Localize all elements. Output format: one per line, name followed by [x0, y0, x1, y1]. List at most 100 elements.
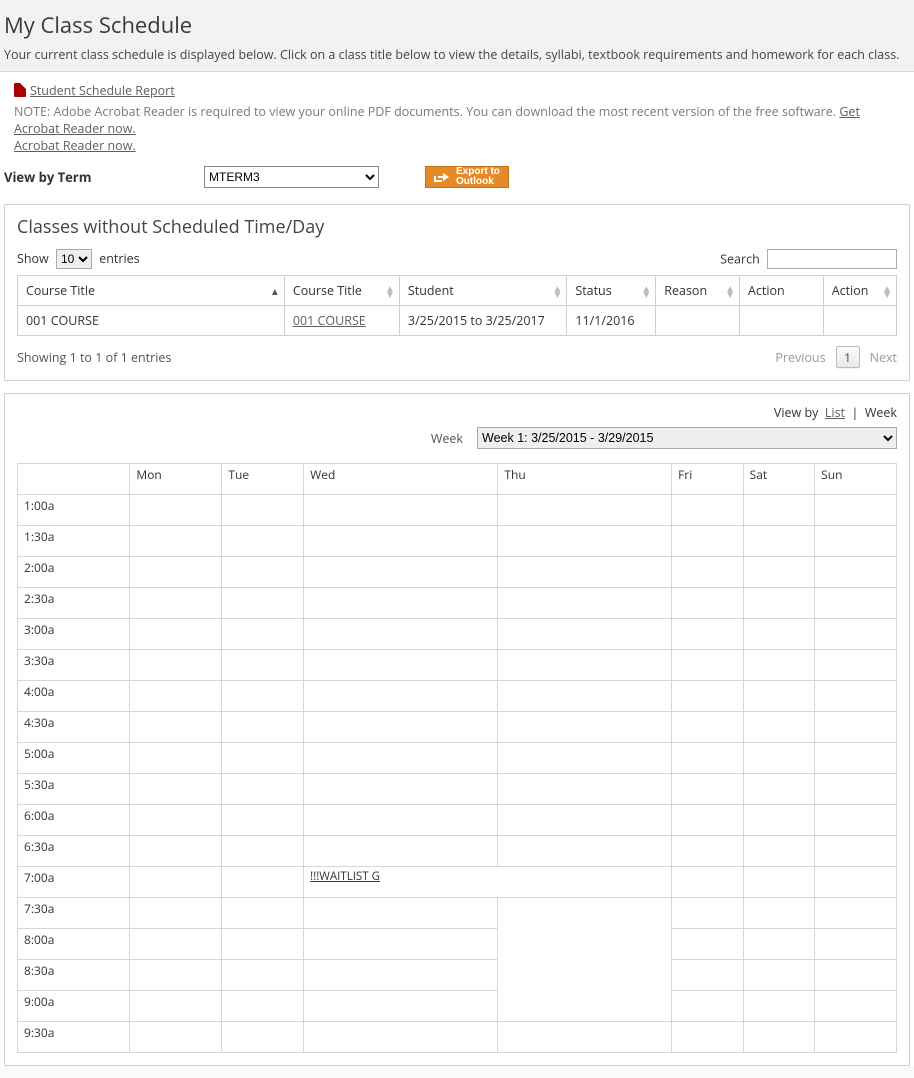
cal-cell	[222, 557, 304, 588]
cal-cell	[743, 619, 815, 650]
cal-cell	[815, 805, 897, 836]
cal-cell	[672, 588, 744, 619]
cal-cell	[815, 743, 897, 774]
col-reason[interactable]: Reason▲▼	[656, 276, 740, 306]
cal-cell	[498, 712, 672, 743]
table-row: 001 COURSE 001 COURSE 3/25/2015 to 3/25/…	[18, 306, 897, 336]
time-cell: 5:00a	[18, 743, 130, 774]
term-select[interactable]: MTERM3	[204, 166, 379, 188]
pager-prev[interactable]: Previous	[775, 349, 825, 366]
cal-cell	[743, 991, 815, 1022]
cell-status: 11/1/2016	[567, 306, 656, 336]
cal-cell	[672, 743, 744, 774]
cal-cell	[672, 898, 744, 929]
pdf-icon	[14, 83, 26, 97]
cal-cell	[222, 1022, 304, 1053]
cal-cell	[815, 960, 897, 991]
week-select[interactable]: Week 1: 3/25/2015 - 3/29/2015	[477, 427, 897, 449]
cell-action-1	[739, 306, 823, 336]
classes-no-schedule-panel: Classes without Scheduled Time/Day Show …	[4, 204, 910, 381]
viewby-list-link[interactable]: List	[825, 404, 845, 421]
cal-col-mon: Mon	[130, 464, 222, 495]
col-course-title-1[interactable]: Course Title▲	[18, 276, 285, 306]
cal-cell	[304, 526, 498, 557]
cell-course-2-link[interactable]: 001 COURSE	[293, 312, 366, 329]
calendar-grid: Mon Tue Wed Thu Fri Sat Sun 1:00a1:30a2:…	[17, 463, 897, 1053]
col-status[interactable]: Status▲▼	[567, 276, 656, 306]
cal-cell	[304, 588, 498, 619]
event-cell[interactable]: 07:00am-07:50amBldg:Room:Instr: G	[498, 898, 672, 1022]
cal-cell	[304, 557, 498, 588]
export-label: Export to Outlook	[456, 167, 500, 187]
col-action-1[interactable]: Action	[739, 276, 823, 306]
time-cell: 8:00a	[18, 929, 130, 960]
cal-cell	[498, 619, 672, 650]
cal-cell	[222, 774, 304, 805]
cal-cell	[815, 681, 897, 712]
time-cell: 5:30a	[18, 774, 130, 805]
page-description: Your current class schedule is displayed…	[4, 46, 910, 63]
cal-cell	[130, 495, 222, 526]
cal-cell	[304, 1022, 498, 1053]
student-schedule-report-link[interactable]: Student Schedule Report	[30, 82, 175, 99]
cal-cell	[815, 898, 897, 929]
cal-cell	[498, 836, 672, 867]
cal-cell	[815, 867, 897, 898]
cal-cell	[498, 774, 672, 805]
cal-col-wed: Wed	[304, 464, 498, 495]
time-cell: 7:00a	[18, 867, 130, 898]
cal-cell	[130, 898, 222, 929]
cal-cell	[130, 712, 222, 743]
cal-cell	[130, 991, 222, 1022]
entries-select[interactable]: 10	[56, 249, 92, 269]
cal-cell	[743, 495, 815, 526]
cal-cell	[498, 743, 672, 774]
cal-cell	[222, 929, 304, 960]
pager-page-1[interactable]: 1	[836, 346, 860, 368]
pager-next[interactable]: Next	[870, 349, 897, 366]
acrobat-note: NOTE: Adobe Acrobat Reader is required t…	[14, 103, 839, 120]
cal-cell	[130, 743, 222, 774]
cell-reason	[656, 306, 740, 336]
cal-cell	[672, 805, 744, 836]
cal-cell	[672, 867, 744, 898]
col-student[interactable]: Student▲▼	[399, 276, 566, 306]
cal-cell	[304, 836, 498, 867]
cal-cell	[130, 1022, 222, 1053]
cal-cell	[222, 588, 304, 619]
col-action-2[interactable]: Action▲▼	[823, 276, 896, 306]
cal-cell	[672, 712, 744, 743]
cal-cell	[743, 650, 815, 681]
cal-cell	[815, 495, 897, 526]
waitlist-cell[interactable]: !!!WAITLIST G	[304, 867, 672, 898]
calendar-panel: View by List | Week Week Week 1: 3/25/20…	[4, 393, 910, 1066]
time-cell: 3:30a	[18, 650, 130, 681]
cal-cell	[498, 495, 672, 526]
cal-cell	[130, 557, 222, 588]
cal-cell	[743, 588, 815, 619]
cal-cell	[743, 712, 815, 743]
cal-col-sun: Sun	[815, 464, 897, 495]
acrobat-link-2[interactable]: Acrobat Reader now.	[14, 137, 136, 154]
cal-cell	[815, 557, 897, 588]
time-cell: 4:00a	[18, 681, 130, 712]
time-cell: 3:00a	[18, 619, 130, 650]
cal-cell	[672, 681, 744, 712]
cal-cell	[815, 836, 897, 867]
cal-cell	[304, 495, 498, 526]
cal-cell	[222, 836, 304, 867]
search-input[interactable]	[767, 249, 897, 269]
entries-label: entries	[99, 250, 139, 267]
week-label: Week	[431, 430, 463, 447]
cal-cell	[304, 991, 498, 1022]
table-info: Showing 1 to 1 of 1 entries	[17, 349, 171, 366]
show-label: Show	[17, 250, 49, 267]
cal-col-fri: Fri	[672, 464, 744, 495]
cal-cell	[672, 929, 744, 960]
time-cell: 7:30a	[18, 898, 130, 929]
time-cell: 9:30a	[18, 1022, 130, 1053]
export-to-outlook-button[interactable]: Export to Outlook	[425, 166, 509, 188]
col-course-title-2[interactable]: Course Title▲▼	[284, 276, 399, 306]
cal-cell	[672, 619, 744, 650]
cal-cell	[672, 557, 744, 588]
